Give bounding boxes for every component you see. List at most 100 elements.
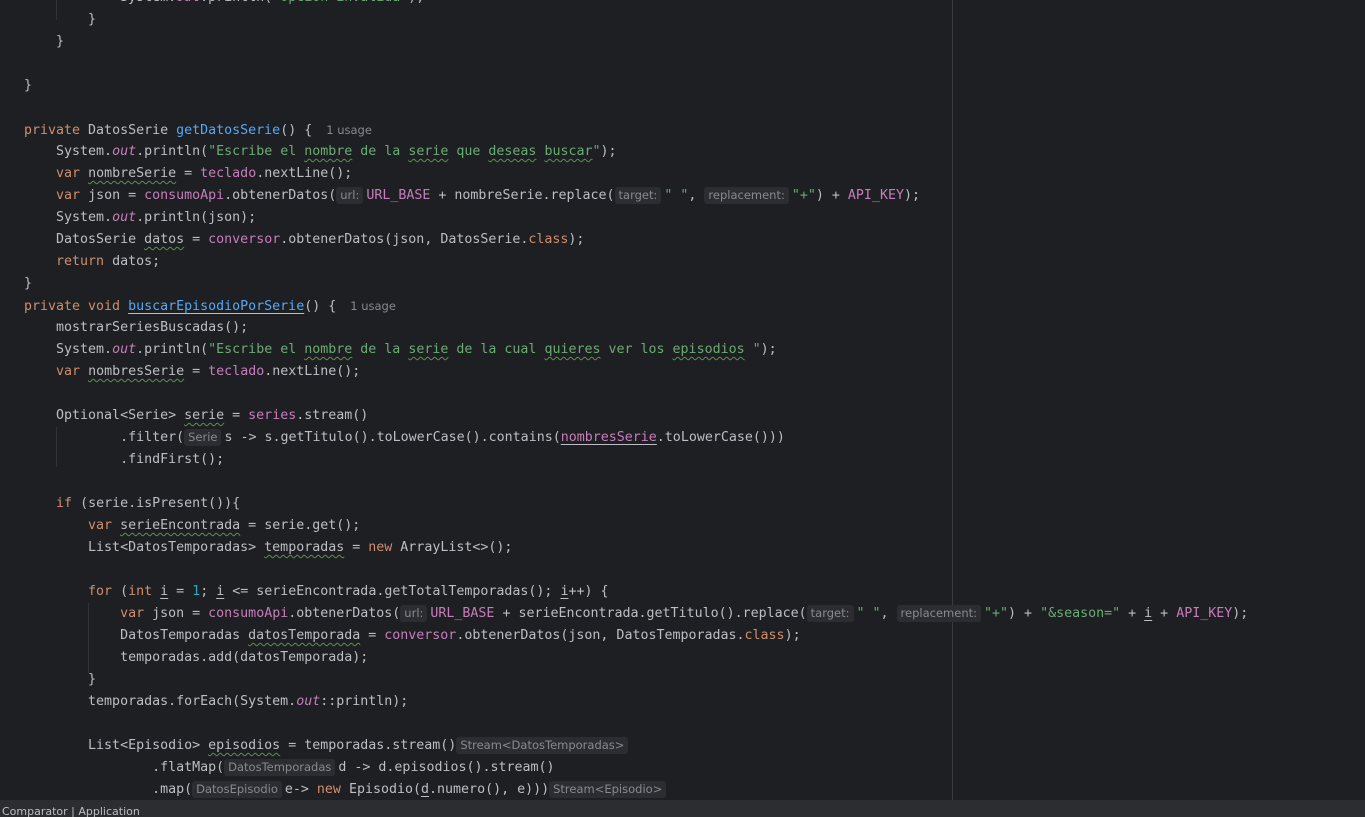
code-line[interactable]: List<Episodio> episodios = temporadas.st… [24, 735, 1248, 757]
code-token: = [344, 540, 369, 555]
code-token: var [120, 606, 153, 621]
code-token: ); [784, 628, 801, 643]
code-line[interactable]: .flatMap(DatosTemporadas d -> d.episodios… [24, 757, 1248, 779]
inlay-hint: url: [336, 187, 364, 204]
code-token: i [1144, 606, 1153, 621]
usage-hint[interactable]: 1 usage [350, 299, 396, 313]
code-line[interactable]: if (serie.isPresent()){ [24, 493, 1248, 515]
code-token: = [224, 408, 249, 423]
code-line[interactable]: System.out.println("Opcion invalida"); [24, 0, 1248, 9]
code-line[interactable]: .map(DatosEpisodio e-> new Episodio(d.num… [24, 779, 1248, 800]
code-line[interactable]: var serieEncontrada = serie.get(); [24, 515, 1248, 537]
code-token: que [448, 144, 489, 159]
code-line[interactable]: System.out.println(json); [24, 207, 1248, 229]
code-line[interactable]: .filter(Serie s -> s.getTitulo().toLowerC… [24, 427, 1248, 449]
code-line[interactable]: System.out.println("Escribe el nombre de… [24, 141, 1248, 163]
usage-hint[interactable]: 1 usage [326, 123, 372, 137]
code-line[interactable]: temporadas.forEach(System.out::println); [24, 691, 1248, 713]
code-token: consumoApi [144, 188, 225, 203]
code-token: nombre [304, 144, 353, 159]
code-line[interactable] [24, 53, 1248, 75]
code-token: = [184, 232, 209, 247]
code-line[interactable]: var json = consumoApi.obtenerDatos(url: U… [24, 185, 1248, 207]
code-token: json = [88, 188, 145, 203]
code-line[interactable]: } [24, 273, 1248, 295]
code-line[interactable]: } [24, 31, 1248, 53]
code-token: out [296, 694, 321, 709]
code-token: .nextLine(); [264, 364, 361, 379]
code-token: System. [24, 144, 113, 159]
code-token: out [112, 144, 137, 159]
code-token: e-> [284, 782, 317, 797]
code-token: DatosSerie [88, 123, 177, 138]
code-token: DatosTemporadas [24, 628, 249, 643]
code-token: quieres [544, 342, 601, 357]
code-line[interactable]: DatosSerie datos = conversor.obtenerDato… [24, 229, 1248, 251]
code-token: ) + [1008, 606, 1041, 621]
code-token: serie [408, 342, 449, 357]
code-line[interactable]: System.out.println("Escribe el nombre de… [24, 339, 1248, 361]
code-token: getDatosSerie [176, 123, 281, 138]
code-token: List<Episodio> [24, 738, 209, 753]
code-token: .obtenerDatos(json, DatosSerie. [280, 232, 529, 247]
code-token: json = [152, 606, 209, 621]
code-token: } [24, 12, 97, 27]
code-token: ::println); [320, 694, 409, 709]
code-token: } [24, 78, 33, 93]
code-token: ArrayList<>(); [400, 540, 513, 555]
code-token: + serieEncontrada.getTitulo().replace( [494, 606, 807, 621]
code-token: de la [352, 342, 409, 357]
code-token: if [56, 496, 81, 511]
code-token: temporadas.forEach(System. [24, 694, 297, 709]
code-line[interactable]: var nombresSerie = teclado.nextLine(); [24, 361, 1248, 383]
code-line[interactable]: List<DatosTemporadas> temporadas = new A… [24, 537, 1248, 559]
code-editor[interactable]: System.out.println("Opcion invalida"); }… [0, 0, 1365, 800]
code-line[interactable]: return datos; [24, 251, 1248, 273]
code-line[interactable] [24, 559, 1248, 581]
code-token: System. [24, 0, 176, 5]
code-line[interactable]: private DatosSerie getDatosSerie() {1 us… [24, 119, 1248, 141]
code-line[interactable]: } [24, 75, 1248, 97]
code-line[interactable] [24, 471, 1248, 493]
code-line[interactable]: mostrarSeriesBuscadas(); [24, 317, 1248, 339]
code-line[interactable]: } [24, 669, 1248, 691]
code-line[interactable]: } [24, 9, 1248, 31]
inlay-hint: replacement: [704, 187, 789, 204]
code-token: "Escribe el [208, 144, 305, 159]
code-token: .filter( [24, 430, 185, 445]
code-line[interactable]: private void buscarEpisodioPorSerie() {1… [24, 295, 1248, 317]
code-line[interactable]: var nombreSerie = teclado.nextLine(); [24, 163, 1248, 185]
code-token: class [744, 628, 785, 643]
code-token: deseas [488, 144, 537, 159]
code-token: = [360, 628, 385, 643]
code-line[interactable]: for (int i = 1; i <= serieEncontrada.get… [24, 581, 1248, 603]
code-token: = [184, 364, 209, 379]
code-token: .map( [24, 782, 193, 797]
code-token: teclado [208, 364, 265, 379]
code-line[interactable]: .findFirst(); [24, 449, 1248, 471]
code-token: ); [760, 342, 777, 357]
code-token: new [368, 540, 401, 555]
code-token: var [56, 166, 89, 181]
code-token: var [56, 188, 89, 203]
code-token: API_KEY [847, 188, 904, 203]
code-lines[interactable]: System.out.println("Opcion invalida"); }… [24, 0, 1248, 800]
code-line[interactable] [24, 97, 1248, 119]
code-token: episodios [672, 342, 745, 357]
code-token: class [528, 232, 569, 247]
code-line[interactable] [24, 383, 1248, 405]
code-line[interactable]: DatosTemporadas datosTemporada = convers… [24, 625, 1248, 647]
code-token: serie [184, 408, 225, 423]
code-line[interactable]: var json = consumoApi.obtenerDatos(url: U… [24, 603, 1248, 625]
code-token: buscarEpisodioPorSerie [128, 299, 305, 314]
code-line[interactable] [24, 713, 1248, 735]
code-token: ) + [815, 188, 848, 203]
code-line[interactable]: Optional<Serie> serie = series.stream() [24, 405, 1248, 427]
inlay-hint: target: [614, 187, 662, 204]
code-token: nombreSerie [88, 166, 177, 181]
code-line[interactable]: temporadas.add(datosTemporada); [24, 647, 1248, 669]
